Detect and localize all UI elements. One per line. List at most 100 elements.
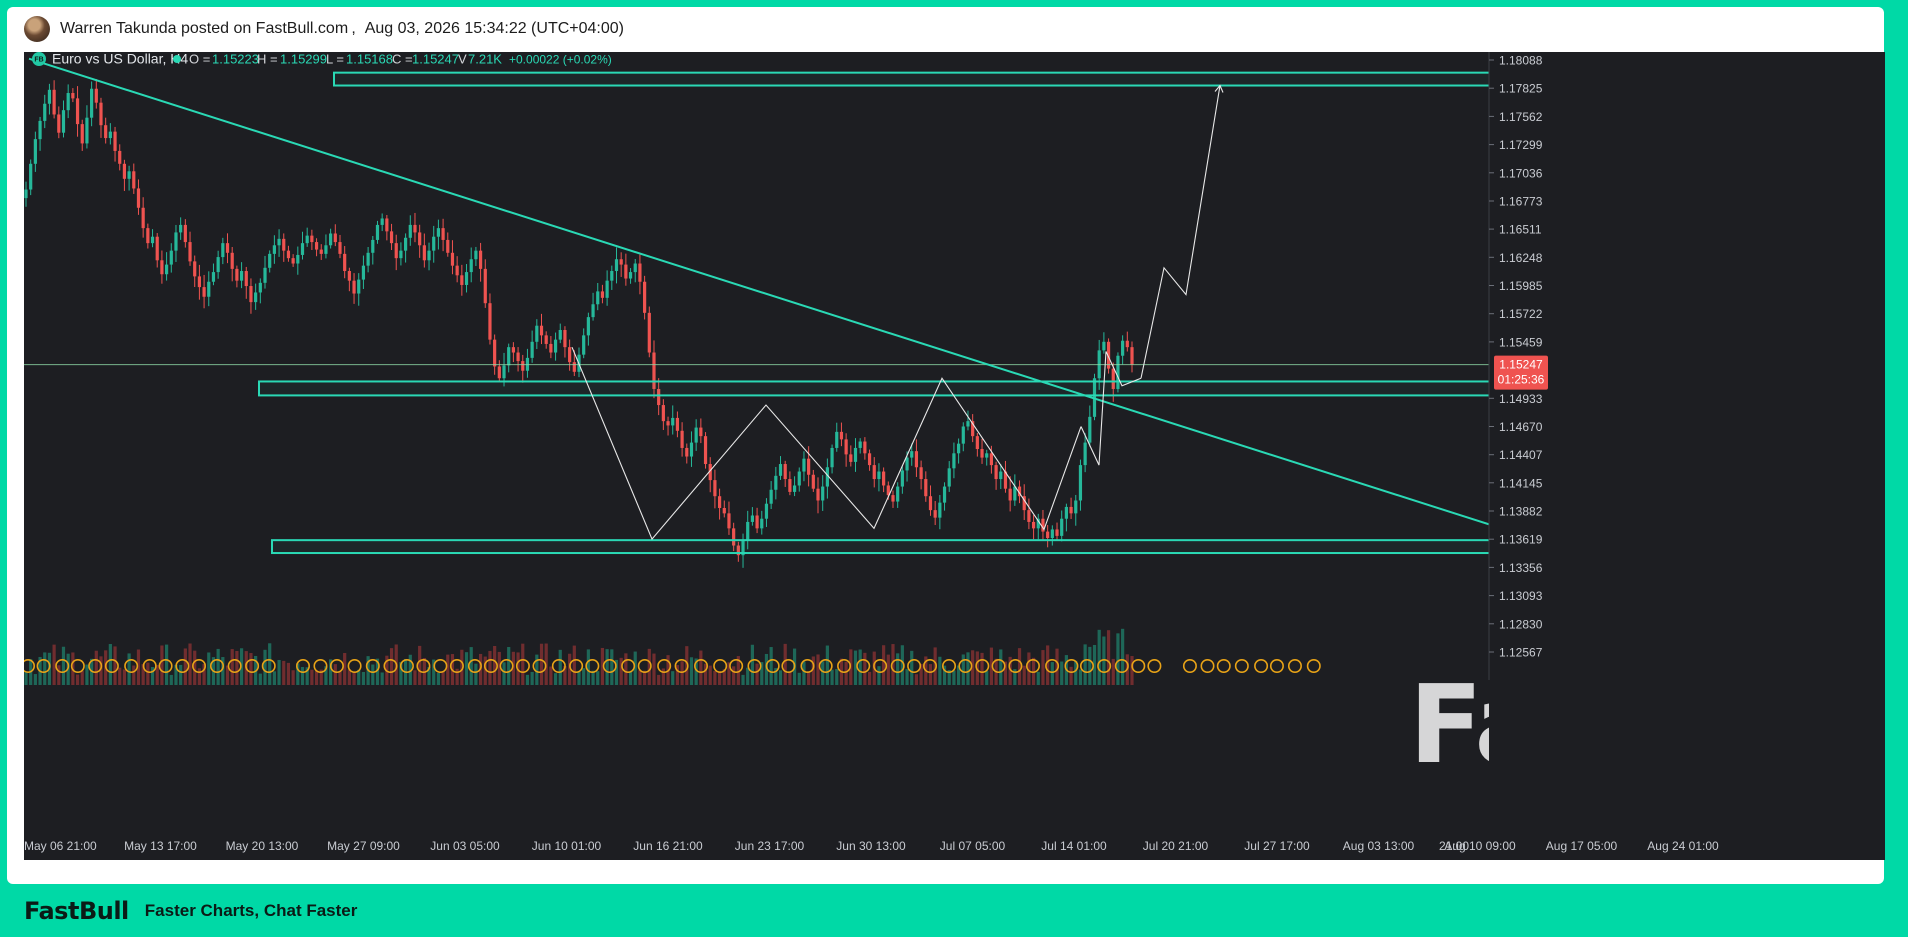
candle-body xyxy=(394,243,398,259)
candle-body xyxy=(104,125,108,139)
volume-bar xyxy=(807,671,811,685)
event-badge-icon xyxy=(837,658,852,673)
candle-body xyxy=(399,250,403,259)
candle-body xyxy=(610,271,614,281)
volume-bar xyxy=(347,669,351,685)
volume-bar xyxy=(577,671,581,685)
x-tick-label: Jun 16 21:00 xyxy=(633,839,703,853)
candle-body xyxy=(858,441,862,448)
price-chart[interactable]: FastBull 1.180881.178251.175621.172991.1… xyxy=(24,52,1885,860)
volume-bar xyxy=(844,661,848,685)
volume-bar xyxy=(914,674,919,685)
candle-body xyxy=(924,479,928,497)
candle-body xyxy=(408,224,412,238)
candle-body xyxy=(502,365,506,379)
footer-bar: FastBull Faster Charts, Chat Faster xyxy=(0,884,1908,937)
candle-body xyxy=(985,453,989,458)
y-tick-label: 1.15985 xyxy=(1499,279,1543,293)
candle-body xyxy=(703,436,708,465)
event-badge-icon xyxy=(621,658,636,673)
volume-label: V xyxy=(458,52,467,67)
candle-body xyxy=(239,271,244,281)
candle-body xyxy=(792,485,797,492)
candle-body xyxy=(849,454,853,462)
volume-bar xyxy=(1088,646,1092,685)
x-tick-label: 21:00 xyxy=(1439,839,1469,853)
y-tick-label: 1.18088 xyxy=(1499,54,1543,68)
volume-bar xyxy=(699,650,703,685)
low-label: L = xyxy=(326,52,344,67)
candle-body xyxy=(38,120,42,140)
volume-bar xyxy=(1069,666,1073,685)
candle-body xyxy=(258,282,262,293)
volume-bar xyxy=(132,665,136,685)
candle-body xyxy=(511,347,515,353)
candle-body xyxy=(558,329,562,340)
candle-body xyxy=(980,449,984,458)
volume-bar xyxy=(549,666,553,685)
volume-bar xyxy=(966,652,970,685)
candle-body xyxy=(582,335,586,355)
post-author-line: Warren Takunda posted on FastBull.com , … xyxy=(60,20,624,37)
candle-body xyxy=(568,347,572,363)
candle-body xyxy=(521,361,525,371)
author-avatar[interactable] xyxy=(24,16,50,42)
volume-bar xyxy=(1083,644,1087,685)
volume-bar xyxy=(333,664,337,685)
candle-body xyxy=(507,347,511,366)
candle-body xyxy=(872,465,876,480)
candle-body xyxy=(802,458,806,472)
candle-body xyxy=(1083,442,1087,466)
volume-bar xyxy=(750,644,754,685)
candle-body xyxy=(249,286,253,303)
volume-bar xyxy=(179,664,183,685)
y-tick-label: 1.14407 xyxy=(1499,448,1543,462)
event-badge-icon xyxy=(729,658,744,673)
candle-body xyxy=(352,280,356,294)
candle-body xyxy=(1121,340,1125,356)
candle-body xyxy=(764,503,769,519)
candle-body xyxy=(57,114,61,133)
candle-body xyxy=(896,486,900,502)
close-value: 1.15247 xyxy=(412,52,459,67)
y-tick-label: 1.13882 xyxy=(1499,504,1543,518)
candle-body xyxy=(661,405,665,422)
candle-body xyxy=(33,139,37,164)
candle-body xyxy=(961,426,965,444)
volume-bar xyxy=(905,669,909,685)
volume-bar xyxy=(169,674,173,685)
event-badge-icon xyxy=(1147,658,1162,673)
x-tick-label: Jul 20 21:00 xyxy=(1143,839,1209,853)
event-badge-icon xyxy=(1182,658,1197,673)
chart-area[interactable]: FastBull 1.180881.178251.175621.172991.1… xyxy=(24,52,1885,860)
volume-bar xyxy=(230,649,234,685)
resistance-zone xyxy=(333,71,1492,87)
x-tick-label: May 13 17:00 xyxy=(124,839,197,853)
volume-bar xyxy=(352,672,356,685)
volume-bar xyxy=(605,649,609,685)
candle-body xyxy=(928,496,933,511)
volume-bar xyxy=(469,647,473,685)
fastbull-logo[interactable]: FastBull xyxy=(24,897,129,925)
wave-pattern-path xyxy=(571,346,1082,541)
candle-body xyxy=(24,189,28,199)
candle-body xyxy=(286,250,291,259)
volume-bar xyxy=(1078,669,1083,685)
volume-bar xyxy=(572,645,576,685)
close-label: C = xyxy=(392,52,413,67)
candle-body xyxy=(1064,506,1068,519)
candle-body xyxy=(628,272,633,279)
volume-bar xyxy=(85,664,89,685)
candle-body xyxy=(272,245,276,254)
volume-bar xyxy=(502,662,506,685)
volume-bar xyxy=(507,647,511,685)
candle-body xyxy=(910,451,914,458)
candle-body xyxy=(197,276,201,288)
candle-body xyxy=(1008,488,1012,501)
candle-body xyxy=(436,228,441,237)
current-price-label: 1.15247 xyxy=(1499,358,1543,372)
volume-bar xyxy=(235,650,239,685)
candle-body xyxy=(132,171,136,189)
candle-body xyxy=(1088,416,1092,443)
candle-body xyxy=(882,471,886,486)
